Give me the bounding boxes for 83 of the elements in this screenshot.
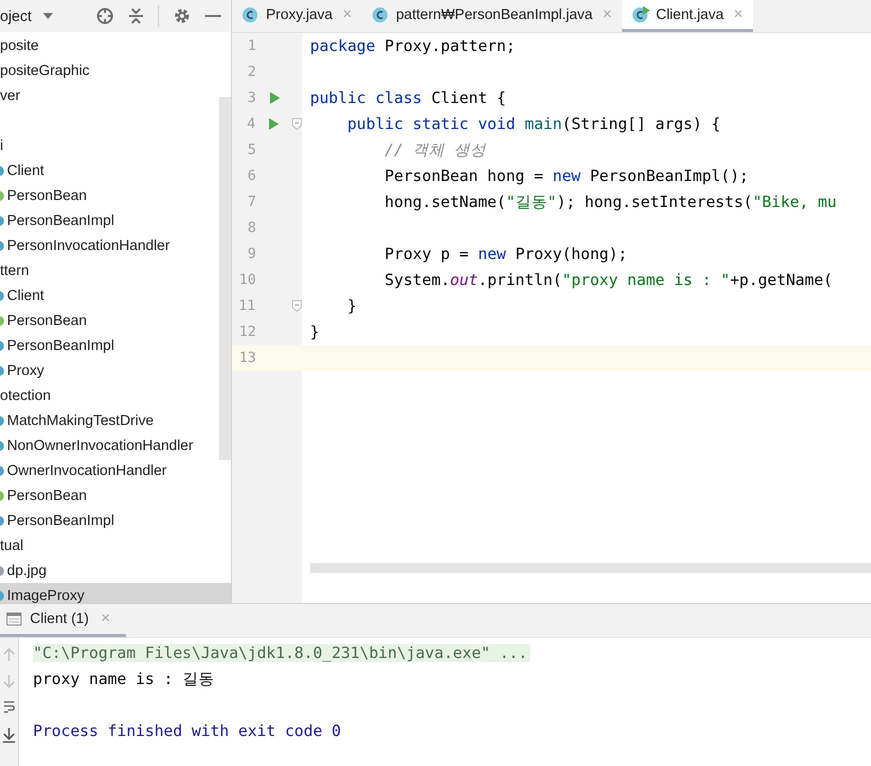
class-icon xyxy=(0,490,4,500)
tree-item[interactable]: Proxy xyxy=(0,358,218,383)
tree-item[interactable]: Client xyxy=(0,283,218,308)
tree-item[interactable]: i xyxy=(0,133,218,158)
editor-tab[interactable]: Proxy.java × xyxy=(232,0,362,32)
line-number: 5 xyxy=(246,142,256,158)
tree-item[interactable]: NonOwnerInvocationHandler xyxy=(0,433,218,458)
class-icon xyxy=(0,290,4,300)
tree-item[interactable]: MatchMakingTestDrive xyxy=(0,408,218,433)
run-tab[interactable]: Client (1) × xyxy=(0,604,126,637)
panel-title[interactable]: oject xyxy=(0,8,32,24)
line-number: 1 xyxy=(246,38,256,54)
class-icon xyxy=(0,340,4,350)
code-line: public static void main(String[] args) { xyxy=(346,115,721,133)
code-line: PersonBean hong = new PersonBeanImpl(); xyxy=(384,167,749,185)
line-number: 8 xyxy=(246,220,256,236)
editor-tab[interactable]: pattern₩PersonBeanImpl.java × xyxy=(362,0,622,32)
code-line: public class Client { xyxy=(310,89,506,107)
run-icon[interactable] xyxy=(269,118,280,130)
class-icon xyxy=(0,590,4,600)
class-icon xyxy=(0,316,4,326)
class-icon xyxy=(0,466,4,476)
class-icon xyxy=(0,416,4,426)
line-number: 2 xyxy=(246,64,256,80)
tree-item[interactable]: posite xyxy=(0,33,218,58)
class-icon xyxy=(0,190,4,200)
settings-icon[interactable] xyxy=(173,7,191,25)
console-line: proxy name is : 길동 xyxy=(33,668,214,690)
fold-icon[interactable] xyxy=(292,300,302,312)
code-line: package Proxy.pattern; xyxy=(310,37,516,55)
line-number: 4 xyxy=(246,116,256,132)
line-number: 9 xyxy=(246,246,256,262)
class-icon xyxy=(0,516,4,526)
code-line: // 객체 생성 xyxy=(384,140,486,158)
line-number: 3 xyxy=(246,90,256,106)
tree-item[interactable]: tual xyxy=(0,533,218,558)
collapse-all-icon[interactable] xyxy=(128,7,144,25)
code-line: hong.setName("길동"); hong.setInterests("Bike, mu xyxy=(384,192,837,210)
scrollbar[interactable] xyxy=(219,97,231,460)
tree-item[interactable]: PersonBean xyxy=(0,308,218,333)
class-icon xyxy=(0,566,4,576)
editor-tab[interactable]: Client.java × xyxy=(622,0,754,32)
scrollbar[interactable] xyxy=(310,563,871,573)
tree-item[interactable]: dp.jpg xyxy=(0,558,218,583)
code-line: } xyxy=(346,297,357,315)
up-arrow-icon[interactable] xyxy=(3,648,15,662)
class-icon xyxy=(0,366,4,376)
code-line: System.out.println("proxy name is : "+p.getName( xyxy=(384,271,833,289)
tree-item[interactable]: ttern xyxy=(0,258,218,283)
class-icon xyxy=(0,216,4,226)
fold-icon[interactable] xyxy=(292,118,302,130)
tree-item[interactable]: PersonBean xyxy=(0,483,218,508)
dropdown-caret-icon[interactable] xyxy=(42,12,54,20)
line-number: 6 xyxy=(246,168,256,184)
tree-item[interactable]: PersonBeanImpl xyxy=(0,208,218,233)
line-number: 10 xyxy=(238,272,256,288)
class-icon xyxy=(0,440,4,450)
line-number: 7 xyxy=(246,194,256,210)
tree-item[interactable]: OwnerInvocationHandler xyxy=(0,458,218,483)
class-icon xyxy=(0,166,4,176)
tree-item[interactable]: ImageProxy xyxy=(0,583,231,603)
code-line: } xyxy=(310,323,320,341)
console-line: Process finished with exit code 0 xyxy=(33,722,341,740)
tree-item[interactable]: PersonBeanImpl xyxy=(0,508,218,533)
run-icon[interactable] xyxy=(270,92,280,104)
code-line: Proxy p = new Proxy(hong); xyxy=(384,245,628,263)
tree-item[interactable]: PersonInvocationHandler xyxy=(0,233,218,258)
tree-item[interactable]: otection xyxy=(0,383,218,408)
down-arrow-icon[interactable] xyxy=(3,674,15,688)
tree-item[interactable]: positeGraphic xyxy=(0,58,218,83)
tree-item[interactable]: Client xyxy=(0,158,218,183)
line-number: 11 xyxy=(238,298,256,314)
tree-item[interactable]: ver xyxy=(0,83,218,108)
class-icon xyxy=(0,240,4,250)
scroll-to-end-icon[interactable] xyxy=(1,726,17,744)
line-number: 13 xyxy=(238,350,256,366)
tree-item[interactable]: PersonBeanImpl xyxy=(0,333,218,358)
locate-icon[interactable] xyxy=(96,7,114,25)
tree-item[interactable]: PersonBean xyxy=(0,183,218,208)
minimize-icon[interactable] xyxy=(205,14,221,18)
line-number: 12 xyxy=(238,324,256,340)
soft-wrap-icon[interactable] xyxy=(3,700,15,714)
console-icon xyxy=(6,612,22,626)
